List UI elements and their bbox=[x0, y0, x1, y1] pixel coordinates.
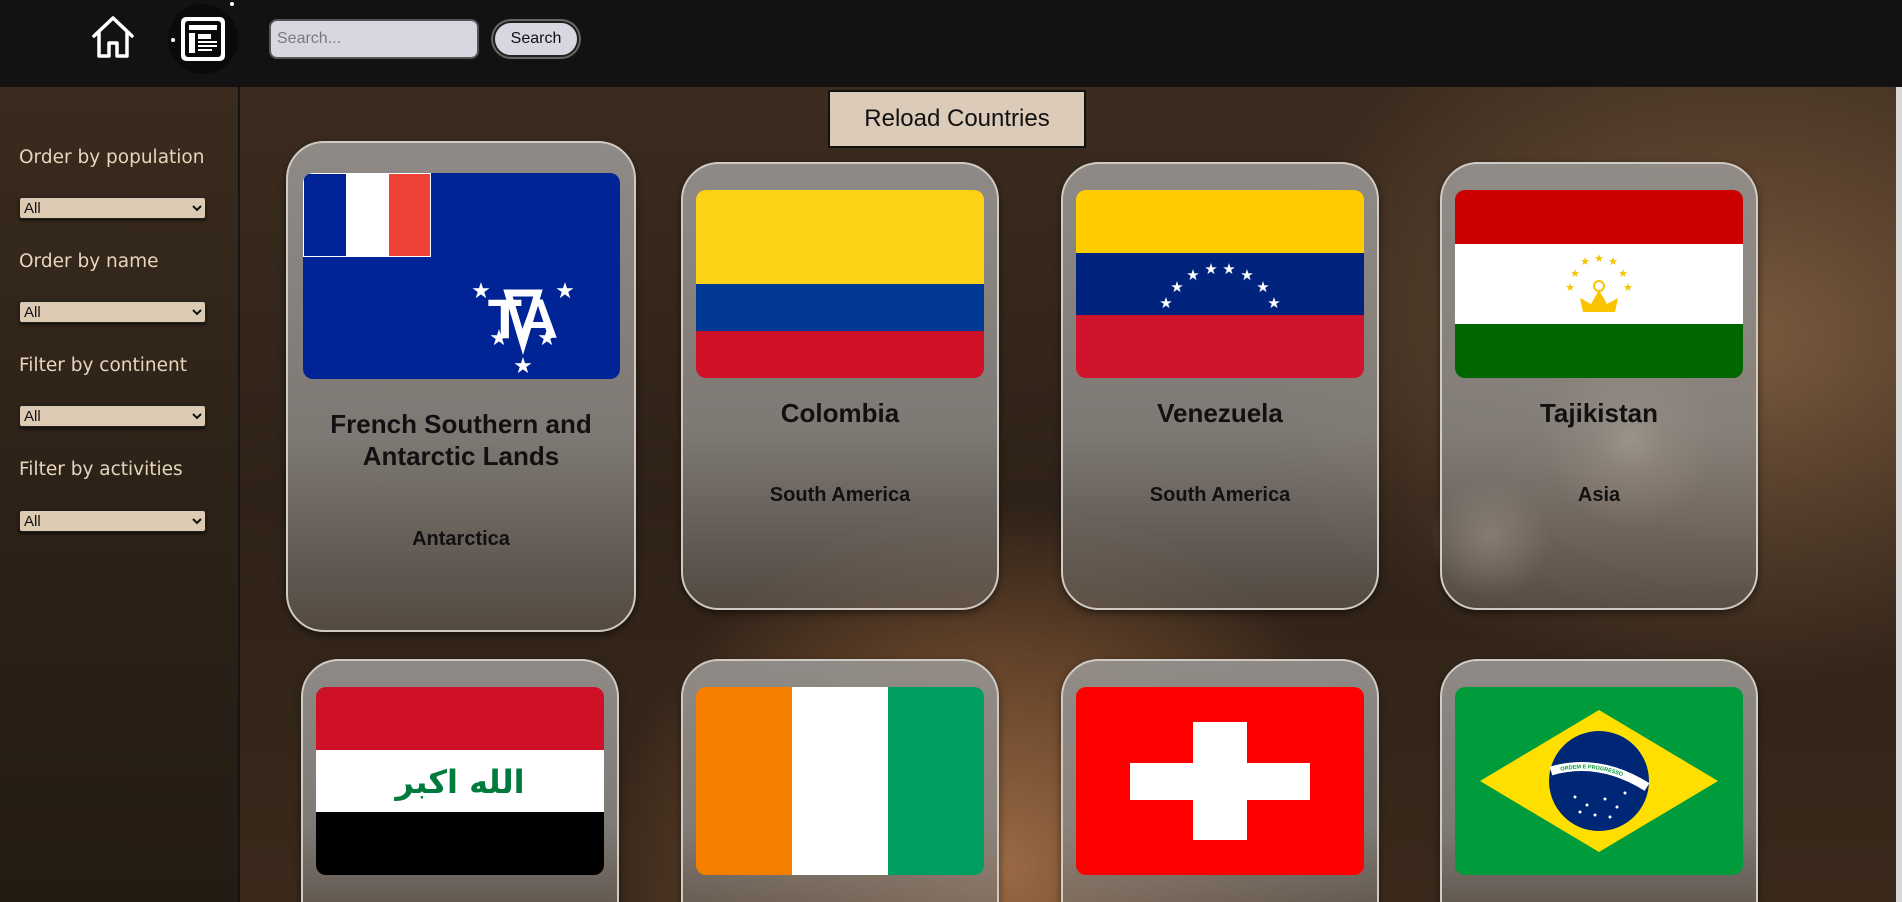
tajikistan-flag: ★ ★ ★ ★ ★ ★ ★ bbox=[1455, 190, 1743, 378]
country-card[interactable]: ORDEM E PROGRESSO bbox=[1440, 659, 1758, 902]
home-button[interactable] bbox=[88, 12, 138, 62]
svg-text:★: ★ bbox=[1170, 279, 1183, 296]
country-name: Venezuela bbox=[1157, 398, 1283, 428]
svg-text:★: ★ bbox=[1623, 282, 1633, 294]
svg-text:★: ★ bbox=[471, 278, 491, 303]
filter-by-activities-select[interactable]: All bbox=[19, 510, 206, 532]
country-card[interactable] bbox=[1061, 659, 1379, 902]
iraq-flag: الله اكبر bbox=[316, 687, 604, 875]
home-icon bbox=[92, 16, 134, 58]
country-card[interactable]: الله اكبر bbox=[301, 659, 619, 902]
switzerland-flag bbox=[1076, 687, 1364, 875]
svg-text:★: ★ bbox=[555, 278, 575, 303]
svg-text:★: ★ bbox=[489, 325, 509, 350]
iraq-flag-inscription: الله اكبر bbox=[393, 763, 524, 801]
country-name: French Southern and Antarctic Lands bbox=[330, 409, 592, 471]
svg-text:★: ★ bbox=[513, 353, 533, 378]
activity-form-icon bbox=[181, 17, 225, 61]
french-southern-antarctic-lands-flag: TA ★ ★ ★ ★ ★ bbox=[303, 173, 620, 379]
reload-countries-button[interactable]: Reload Countries bbox=[828, 90, 1086, 148]
filter-by-continent-label: Filter by continent bbox=[19, 355, 187, 376]
country-card[interactable]: Colombia South America bbox=[681, 162, 999, 610]
country-continent: South America bbox=[1149, 484, 1291, 506]
search-button[interactable]: Search bbox=[493, 21, 579, 57]
country-name: Colombia bbox=[780, 398, 900, 428]
colombia-flag bbox=[696, 190, 984, 378]
order-by-name-label: Order by name bbox=[19, 251, 159, 272]
svg-text:★: ★ bbox=[1222, 261, 1235, 278]
svg-text:★: ★ bbox=[1256, 279, 1269, 296]
country-continent: Antarctica bbox=[412, 528, 510, 550]
country-card[interactable]: TA ★ ★ ★ ★ ★ French Southern and Antarct… bbox=[286, 141, 636, 632]
svg-text:★: ★ bbox=[1608, 256, 1618, 268]
venezuela-flag: ★ ★ ★ ★ ★ ★ ★ ★ bbox=[1076, 190, 1364, 378]
filter-by-continent-select[interactable]: All bbox=[19, 405, 206, 427]
svg-text:★: ★ bbox=[537, 325, 557, 350]
svg-text:★: ★ bbox=[1186, 267, 1199, 284]
order-by-name-select[interactable]: All bbox=[19, 301, 206, 323]
svg-text:★: ★ bbox=[1159, 295, 1172, 312]
ivory-coast-flag bbox=[696, 687, 984, 875]
svg-text:★: ★ bbox=[1580, 256, 1590, 268]
country-card[interactable]: ★ ★ ★ ★ ★ ★ ★ Tajikistan Asia bbox=[1440, 162, 1758, 610]
top-navigation-bar: Search bbox=[0, 0, 1902, 87]
svg-text:★: ★ bbox=[1204, 261, 1217, 278]
order-by-population-label: Order by population bbox=[19, 147, 205, 168]
svg-text:★: ★ bbox=[1618, 268, 1628, 280]
search-input[interactable] bbox=[269, 19, 479, 59]
svg-text:★: ★ bbox=[1240, 267, 1253, 284]
country-continent: Asia bbox=[1577, 484, 1621, 506]
svg-text:★: ★ bbox=[1570, 268, 1580, 280]
countries-area: Reload Countries TA ★ ★ ★ ★ ★ French Sou… bbox=[240, 87, 1902, 902]
country-continent: South America bbox=[769, 484, 911, 506]
order-by-population-select[interactable]: All bbox=[19, 197, 206, 219]
brazil-flag: ORDEM E PROGRESSO bbox=[1455, 687, 1743, 875]
filter-by-activities-label: Filter by activities bbox=[19, 459, 183, 480]
svg-text:★: ★ bbox=[1565, 282, 1575, 294]
filter-sidebar: Order by population All Order by name Al… bbox=[0, 87, 239, 902]
svg-text:★: ★ bbox=[1267, 295, 1280, 312]
create-activity-button[interactable] bbox=[168, 2, 238, 74]
country-card[interactable]: ★ ★ ★ ★ ★ ★ ★ ★ Venezuela South America bbox=[1061, 162, 1379, 610]
svg-text:★: ★ bbox=[1594, 253, 1604, 265]
country-card[interactable] bbox=[681, 659, 999, 902]
country-name: Tajikistan bbox=[1539, 398, 1658, 428]
